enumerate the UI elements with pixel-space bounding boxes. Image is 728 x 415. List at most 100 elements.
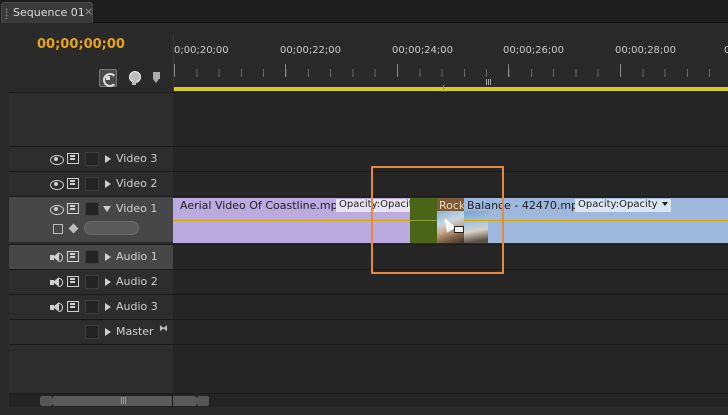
transition[interactable] <box>410 198 437 243</box>
zoom-right-handle[interactable] <box>197 396 209 406</box>
track-empty <box>9 344 728 393</box>
tab-bar: Sequence 01 × <box>0 0 728 23</box>
track-area[interactable] <box>173 270 728 294</box>
track-lock[interactable] <box>85 177 99 191</box>
collapse-icon[interactable] <box>103 206 111 212</box>
speaker-icon[interactable] <box>50 277 63 288</box>
sync-lock-icon[interactable] <box>67 251 79 262</box>
clip-name: Aerial Video Of Coastline.mp4 <box>180 199 345 212</box>
track-audio-2: Audio 2 <box>9 269 728 294</box>
eye-icon[interactable] <box>50 180 64 190</box>
tab-sequence[interactable]: Sequence 01 × <box>1 2 93 23</box>
track-name: Audio 3 <box>116 300 158 313</box>
track-area[interactable] <box>173 295 728 319</box>
track-header: Video 2 <box>9 172 173 196</box>
sync-lock-icon[interactable] <box>67 203 79 214</box>
track-area[interactable] <box>173 172 728 196</box>
set-encore-marker-icon[interactable] <box>149 69 167 87</box>
track-header: Video 3 <box>9 147 173 171</box>
track-lock[interactable] <box>85 325 99 339</box>
effect-dropdown[interactable]: Opacity:Opacity <box>575 199 671 212</box>
track-name: Video 1 <box>116 202 158 215</box>
work-area-bar[interactable] <box>174 87 728 91</box>
horizontal-scrollbar[interactable] <box>9 393 728 408</box>
add-marker-icon[interactable] <box>126 69 144 87</box>
eye-icon[interactable] <box>50 205 64 215</box>
expand-icon[interactable] <box>105 155 111 163</box>
track-video-1: Video 1 Aerial Video Of Coastline.mp4 Op… <box>9 196 728 243</box>
eye-icon[interactable] <box>50 155 64 165</box>
track-area[interactable] <box>173 320 728 344</box>
track-lock[interactable] <box>85 275 99 289</box>
track-name: Audio 2 <box>116 275 158 288</box>
current-timecode[interactable]: 00;00;00;00 <box>37 37 125 52</box>
snap-icon[interactable] <box>99 69 117 87</box>
expand-icon[interactable] <box>105 180 111 188</box>
opacity-rubberband[interactable] <box>410 220 437 221</box>
expand-icon[interactable] <box>105 278 111 286</box>
sync-lock-icon[interactable] <box>67 178 79 189</box>
keyframe-navigator[interactable] <box>84 221 139 235</box>
expand-icon[interactable] <box>105 253 111 261</box>
ruler-major-ticks <box>174 64 728 77</box>
track-name: Audio 1 <box>116 250 158 263</box>
display-style-icon[interactable] <box>53 224 63 234</box>
ruler-label: 0;00;20;00 <box>174 45 229 56</box>
ruler-label: 00;00;24;00 <box>392 45 454 56</box>
grip-icon[interactable] <box>5 8 8 19</box>
clip-name: Rock <box>439 199 464 212</box>
track-header: Audio 2 <box>9 270 173 294</box>
track-name: Video 2 <box>116 177 158 190</box>
work-area-grip-icon[interactable] <box>486 79 492 85</box>
track-area[interactable] <box>173 147 728 171</box>
divider <box>172 394 173 408</box>
track-lock[interactable] <box>85 152 99 166</box>
ruler-label: 00;00;28;00 <box>615 45 677 56</box>
expand-icon[interactable] <box>105 303 111 311</box>
track-video-2: Video 2 <box>9 171 728 196</box>
opacity-rubberband[interactable] <box>464 220 728 221</box>
ruler-label: 00;00;26;00 <box>503 45 565 56</box>
sync-lock-icon[interactable] <box>67 276 79 287</box>
clip-aerial[interactable]: Aerial Video Of Coastline.mp4 Opacity:Op… <box>173 198 410 243</box>
speaker-icon[interactable] <box>50 252 63 263</box>
zoom-left-handle[interactable] <box>40 396 52 406</box>
track-area[interactable] <box>173 245 728 269</box>
track-lock[interactable] <box>85 300 99 314</box>
clip-name: Balance - 42470.mp4 <box>467 199 586 212</box>
close-icon[interactable]: × <box>84 5 93 18</box>
speaker-icon[interactable] <box>50 302 63 313</box>
grip-icon[interactable] <box>121 397 127 404</box>
time-ruler[interactable]: 0;00;20;00 00;00;22;00 00;00;24;00 00;00… <box>173 35 728 92</box>
track-master: Master ⧓ <box>9 319 728 344</box>
expand-icon[interactable] <box>105 328 111 336</box>
track-header: Video 1 <box>9 197 173 242</box>
track-header: Audio 3 <box>9 295 173 319</box>
track-lock[interactable] <box>85 202 99 216</box>
effect-dropdown[interactable]: Opacity:Opacity <box>336 199 410 212</box>
track-audio-3: Audio 3 <box>9 294 728 319</box>
tab-label: Sequence 01 <box>13 6 85 19</box>
effect-label: Opacity:Opacity <box>339 199 410 210</box>
ruler-label: 00;00;22;00 <box>280 45 342 56</box>
clip-drag-icon <box>454 226 464 233</box>
master-link-icon: ⧓ <box>159 324 168 334</box>
opacity-rubberband[interactable] <box>173 220 410 221</box>
keyframe-icon[interactable] <box>68 223 79 234</box>
track-header: Audio 1 <box>9 245 173 269</box>
track-name: Video 3 <box>116 152 158 165</box>
clip-balance[interactable]: Balance - 42470.mp4 Opacity:Opacity <box>464 198 728 243</box>
track-header: Master ⧓ <box>9 320 173 344</box>
track-area[interactable]: Aerial Video Of Coastline.mp4 Opacity:Op… <box>173 197 728 243</box>
track-lock[interactable] <box>85 250 99 264</box>
sync-lock-icon[interactable] <box>67 301 79 312</box>
effect-label: Opacity:Opacity <box>578 199 658 210</box>
ruler-label: 0 <box>724 45 728 56</box>
sync-lock-icon[interactable] <box>67 153 79 164</box>
track-spacer <box>9 92 728 146</box>
clip-thumbnail <box>464 211 488 243</box>
track-audio-1: Audio 1 <box>9 244 728 269</box>
track-video-3: Video 3 <box>9 146 728 171</box>
chevron-down-icon <box>661 202 668 206</box>
track-name: Master <box>116 325 154 338</box>
